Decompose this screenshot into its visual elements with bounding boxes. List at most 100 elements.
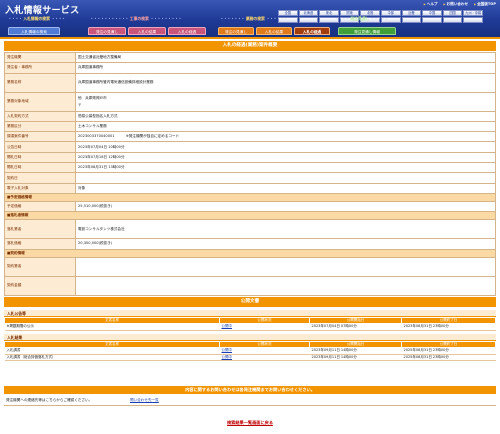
doc-start: 2023年07月04日 07時00分: [309, 323, 402, 331]
estimated-price: 25,510,000(税抜き): [75, 200, 496, 213]
app-title: 入札情報サービス: [5, 6, 80, 16]
tab-construction-results[interactable]: 入札の結果: [128, 27, 166, 35]
region-button-hokkaido[interactable]: 北海道: [298, 10, 319, 16]
info-value: 兵庫国道事務所管内電気通信設備詳細設計業務: [75, 72, 496, 93]
area-line: 他 兵庫県神戸市: [78, 95, 107, 100]
info-row: 入札契約方式 簡易公募型指名入札方式: [4, 110, 496, 122]
region-button[interactable]: [442, 17, 463, 23]
info-value: 他 兵庫県神戸市 〒: [75, 91, 496, 112]
contractor-value: [75, 256, 496, 277]
region-button-kyushu[interactable]: 九州・沖縄: [463, 10, 483, 16]
info-value: 2023年07月04日 10時00分: [75, 141, 496, 153]
info-row: 業務区分 土木コンサル業務: [4, 120, 496, 133]
nav-tabs: 入札情報の検索 発注の見通し 入札の結果 入札の経過 発注の見通し 入札の結果 …: [0, 27, 500, 35]
national-top-link[interactable]: 全国版TOP: [474, 2, 496, 7]
info-row: 業務対象地域 他 兵庫県神戸市 〒: [4, 91, 496, 112]
info-label: 予定価格: [4, 200, 76, 213]
info-value: 2023年08月31日 13時00分: [75, 162, 496, 174]
info-label: 入札契約方式: [4, 110, 76, 122]
doc-end: 2023年08月31日 23時00分: [401, 323, 496, 331]
info-table: 発注機関 国土交通省近畿地方整備局 発注者・事務所 兵庫国道事務所 業務名称 兵…: [4, 51, 496, 296]
info-row: 開札日時 2023年08月31日 13時00分: [4, 162, 496, 174]
docs-table-results: 文書名称 公開状況 公開開始日 公開終了日 入札調書 公開中 2023年09月1…: [4, 341, 496, 361]
tab-construction-progress[interactable]: 入札の経過: [168, 27, 206, 35]
info-label: 業務対象地域: [4, 91, 76, 112]
tab-service-progress[interactable]: 入札の経過: [294, 27, 330, 35]
info-label: 契約金額: [4, 275, 76, 296]
winning-price: 20,300,000(税抜き): [75, 238, 496, 250]
docs-section-title: 入札結果: [4, 334, 496, 341]
info-value: 対象: [75, 182, 496, 194]
region-button[interactable]: [463, 17, 483, 23]
info-row: 落札価格 20,300,000(税抜き): [4, 238, 496, 250]
info-label: 落札業者: [4, 219, 76, 240]
info-value: 2023年07月18日 12時00分: [75, 151, 496, 164]
tab-bid-search[interactable]: 入札情報の検索: [8, 27, 60, 35]
contract-amount-value: [75, 275, 496, 296]
info-label: 落札価格: [4, 238, 76, 250]
info-label: 公告日時: [4, 141, 76, 153]
back-to-results-link[interactable]: 検索結果一覧画面に戻る: [0, 420, 500, 426]
tab-construction-forecast[interactable]: 発注の見通し: [88, 27, 126, 35]
info-value: 簡易公募型指名入札方式: [75, 110, 496, 122]
group-label-construction: ・・・・・・・・・・・ 工事の検索 ・・・・・・・・・: [90, 16, 182, 21]
tab-service-forecast[interactable]: 発注の見通し: [218, 27, 254, 35]
site-header: 入札情報サービス ヘルプ お問い合わせ 全国版TOP 全国 北海道 東北 関東 …: [0, 0, 500, 37]
procurement-number: 2023003370040001: [78, 134, 115, 139]
winner-subheading: ■落札者情報: [4, 211, 496, 221]
region-button[interactable]: [422, 17, 442, 23]
info-row: 業務名称 兵庫国道事務所管内電気通信設備詳細設計業務: [4, 72, 496, 93]
info-label: 業務区分: [4, 120, 76, 133]
contact-text: 発注機関への連絡先等はこちらからご確認ください。: [6, 398, 93, 402]
info-row: 契約業者: [4, 256, 496, 277]
contact-list-link[interactable]: 問い合わせ先一覧: [130, 398, 159, 403]
doc-status-link[interactable]: 公開中: [222, 348, 233, 352]
table-row: ※掲載期間の公示 公開中 2023年07月04日 07時00分 2023年08月…: [4, 323, 496, 331]
docs-heading: 公開文書: [4, 297, 496, 307]
info-row: 発注機関 国土交通省近畿地方整備局: [4, 51, 496, 64]
price-subheading: ■予定価格情報: [4, 192, 496, 202]
info-value: 土木コンサル業務: [75, 120, 496, 133]
region-button[interactable]: [298, 17, 319, 23]
region-button[interactable]: [401, 17, 422, 23]
docs-table-announcements: 文書名称 公開状況 公開開始日 公開終了日 ※掲載期間の公示 公開中 2023年…: [4, 317, 496, 331]
group-label-forecast: ・・・・ 発注見通し ・・・・・: [335, 16, 389, 21]
info-subheading-row: ■契約情報: [4, 248, 496, 258]
group-label-search: ・・・・ 入札情報の検索 ・・・・: [8, 16, 66, 21]
info-subheading-row: ■落札者情報: [4, 211, 496, 221]
help-link[interactable]: ヘルプ: [424, 2, 438, 7]
contact-divider: [4, 405, 496, 406]
tab-service-results[interactable]: 入札の結果: [256, 27, 292, 35]
postal-line: 〒: [78, 102, 82, 107]
region-button-chugoku[interactable]: 中国: [422, 10, 442, 16]
info-row: 発注者・事務所 兵庫国道事務所: [4, 62, 496, 74]
info-row: 電子入札対象 対象: [4, 182, 496, 194]
info-row: 予定価格 25,510,000(税抜き): [4, 200, 496, 213]
info-value: 2023003370040001 ※発注機関が独自に定めるコード: [75, 131, 496, 143]
doc-name: ※掲載期間の公示: [4, 323, 220, 331]
group-label-service: ・・・・・・・ 業務の検索 ・・・・・・: [220, 16, 288, 21]
winning-bidder: 電設コンサルタンツ株式会社: [75, 219, 496, 240]
header-divider: [0, 37, 500, 39]
info-value: 兵庫国道事務所: [75, 62, 496, 74]
doc-status-link[interactable]: 公開中: [222, 324, 233, 328]
info-label: 契約日: [4, 172, 76, 184]
doc-end: 2025年08月31日 23時00分: [401, 354, 496, 361]
info-label: 調達案件番号: [4, 131, 76, 143]
info-row: 落札業者 電設コンサルタンツ株式会社: [4, 219, 496, 240]
doc-status-link[interactable]: 公開中: [222, 355, 233, 359]
region-button-kinki[interactable]: 近畿: [401, 10, 422, 16]
top-links: ヘルプ お問い合わせ 全国版TOP: [424, 2, 496, 7]
info-heading: 入札の経過(業務)案件概要: [4, 41, 496, 51]
info-row: 開札日時 2023年07月18日 12時00分: [4, 151, 496, 164]
contract-subheading: ■契約情報: [4, 248, 496, 258]
doc-start: 2023年09月11日 14時00分: [309, 354, 402, 361]
tab-forecast-info[interactable]: 発注見通し情報: [338, 27, 396, 35]
contact-link-top[interactable]: お問い合わせ: [444, 2, 469, 7]
info-label: 発注者・事務所: [4, 62, 76, 74]
contact-heading: 内容に関するお問い合わせは各発注機関までお問い合わせください。: [4, 386, 496, 394]
info-row: 契約日: [4, 172, 496, 184]
info-row: 調達案件番号 2023003370040001 ※発注機関が独自に定めるコード: [4, 131, 496, 143]
table-row: 入札調書（総合評価落札方式） 公開中 2023年09月11日 14時00分 20…: [4, 354, 496, 361]
region-button-shikoku[interactable]: 四国: [442, 10, 463, 16]
